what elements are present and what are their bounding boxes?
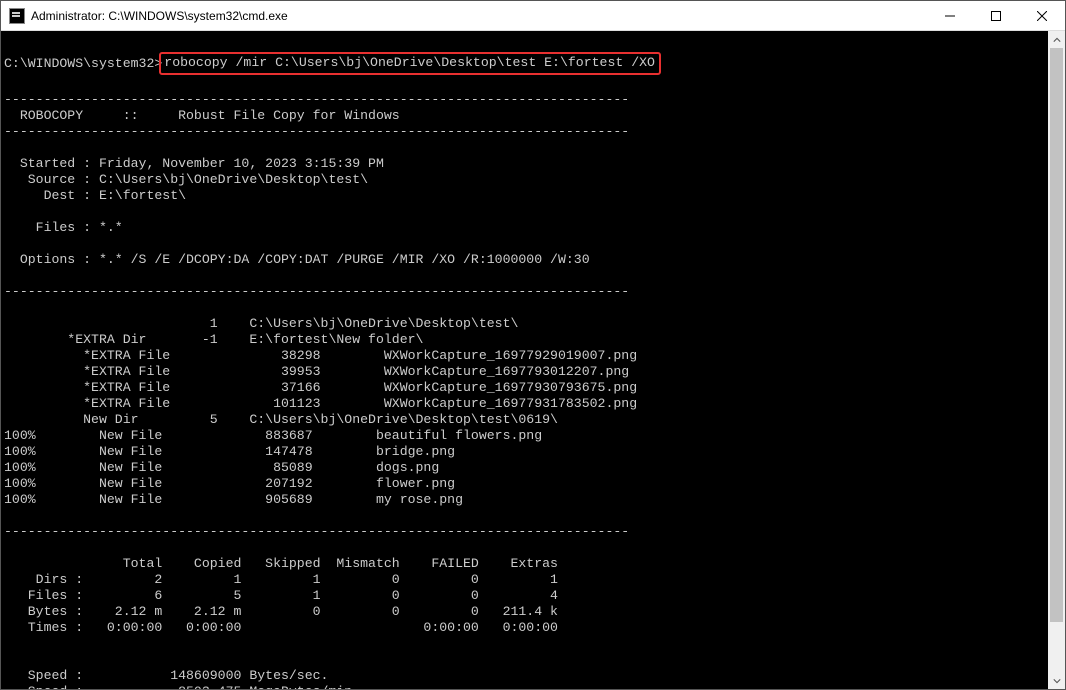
options-line: Options : *.* /S /E /DCOPY:DA /COPY:DAT … — [4, 252, 598, 267]
vertical-scrollbar[interactable] — [1048, 31, 1065, 689]
cmd-window: Administrator: C:\WINDOWS\system32\cmd.e… — [0, 0, 1066, 690]
command-highlight: robocopy /mir C:\Users\bj\OneDrive\Deskt… — [159, 52, 661, 75]
dash-line: ----------------------------------------… — [4, 92, 629, 107]
scrollbar-thumb[interactable] — [1050, 48, 1063, 622]
minimize-button[interactable] — [927, 1, 973, 30]
output-line: 100% New File 883687 beautiful flowers.p… — [4, 428, 542, 443]
window-controls — [927, 1, 1065, 30]
cmd-icon — [9, 8, 25, 24]
scrollbar-track[interactable] — [1048, 48, 1065, 672]
output-line: 1 C:\Users\bj\OneDrive\Desktop\test\ — [4, 316, 518, 331]
robocopy-header: ROBOCOPY :: Robust File Copy for Windows — [4, 108, 637, 123]
started-line: Started : Friday, November 10, 2023 3:15… — [4, 156, 384, 171]
dash-line: ----------------------------------------… — [4, 284, 629, 299]
scroll-up-button[interactable] — [1048, 31, 1065, 48]
output-line: 100% New File 905689 my rose.png — [4, 492, 463, 507]
output-line: 100% New File 147478 bridge.png — [4, 444, 455, 459]
output-line: 100% New File 85089 dogs.png — [4, 460, 439, 475]
dash-line: ----------------------------------------… — [4, 124, 629, 139]
summary-row: Dirs : 2 1 1 0 0 1 — [4, 572, 558, 587]
titlebar[interactable]: Administrator: C:\WINDOWS\system32\cmd.e… — [1, 1, 1065, 31]
terminal-output[interactable]: C:\WINDOWS\system32>robocopy /mir C:\Use… — [1, 31, 1048, 689]
output-line: *EXTRA Dir -1 E:\fortest\New folder\ — [4, 332, 423, 347]
source-line: Source : C:\Users\bj\OneDrive\Desktop\te… — [4, 172, 368, 187]
output-line: 100% New File 207192 flower.png — [4, 476, 455, 491]
files-line: Files : *.* — [4, 220, 123, 235]
output-line: New Dir 5 C:\Users\bj\OneDrive\Desktop\t… — [4, 412, 558, 427]
output-line: *EXTRA File 39953 WXWorkCapture_16977930… — [4, 364, 629, 379]
summary-header: Total Copied Skipped Mismatch FAILED Ext… — [4, 556, 558, 571]
summary-row: Bytes : 2.12 m 2.12 m 0 0 0 211.4 k — [4, 604, 558, 619]
window-title: Administrator: C:\WINDOWS\system32\cmd.e… — [31, 9, 927, 23]
output-line: *EXTRA File 38298 WXWorkCapture_16977929… — [4, 348, 637, 363]
output-line: *EXTRA File 37166 WXWorkCapture_16977930… — [4, 380, 637, 395]
prompt-cwd: C:\WINDOWS\system32> — [4, 56, 162, 71]
summary-row: Files : 6 5 1 0 0 4 — [4, 588, 558, 603]
summary-row: Times : 0:00:00 0:00:00 0:00:00 0:00:00 — [4, 620, 558, 635]
speed-row: Speed : 8503.475 MegaBytes/min. — [4, 684, 360, 689]
close-button[interactable] — [1019, 1, 1065, 30]
command-text: robocopy /mir C:\Users\bj\OneDrive\Deskt… — [164, 55, 655, 70]
scroll-down-button[interactable] — [1048, 672, 1065, 689]
dash-line: ----------------------------------------… — [4, 524, 629, 539]
terminal-area: C:\WINDOWS\system32>robocopy /mir C:\Use… — [1, 31, 1065, 689]
dest-line: Dest : E:\fortest\ — [4, 188, 186, 203]
maximize-button[interactable] — [973, 1, 1019, 30]
speed-row: Speed : 148609000 Bytes/sec. — [4, 668, 328, 683]
output-line: *EXTRA File 101123 WXWorkCapture_1697793… — [4, 396, 637, 411]
